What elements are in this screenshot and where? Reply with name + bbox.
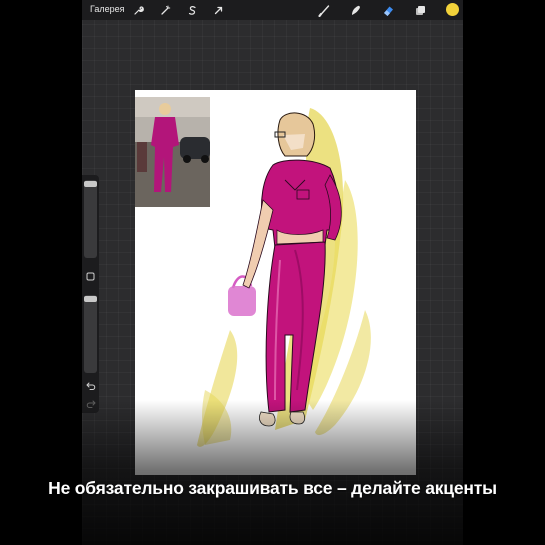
reference-photo[interactable]: [135, 97, 210, 207]
undo-icon[interactable]: [85, 380, 96, 391]
brush-size-thumb[interactable]: [84, 181, 97, 188]
drawing-canvas[interactable]: [135, 90, 416, 475]
redo-icon[interactable]: [85, 398, 96, 409]
eraser-icon[interactable]: [381, 3, 395, 17]
brush-icon[interactable]: [317, 3, 331, 17]
reference-image: [135, 97, 210, 207]
selection-s-icon[interactable]: [185, 3, 199, 17]
square-modify-icon[interactable]: [85, 271, 96, 282]
wrench-icon[interactable]: [131, 3, 145, 17]
top-toolbar: Галерея: [82, 0, 463, 20]
gallery-button[interactable]: Галерея: [90, 4, 125, 14]
opacity-slider[interactable]: [84, 295, 97, 373]
color-swatch[interactable]: [446, 3, 459, 16]
arrow-cursor-icon[interactable]: [211, 3, 225, 17]
opacity-thumb[interactable]: [84, 296, 97, 303]
video-caption: Не обязательно закрашивать все – делайте…: [48, 478, 497, 498]
magic-wand-icon[interactable]: [158, 3, 172, 17]
layers-icon[interactable]: [413, 3, 427, 17]
brush-size-slider[interactable]: [84, 180, 97, 258]
left-sidebar: [82, 175, 99, 413]
smudge-icon[interactable]: [348, 3, 362, 17]
